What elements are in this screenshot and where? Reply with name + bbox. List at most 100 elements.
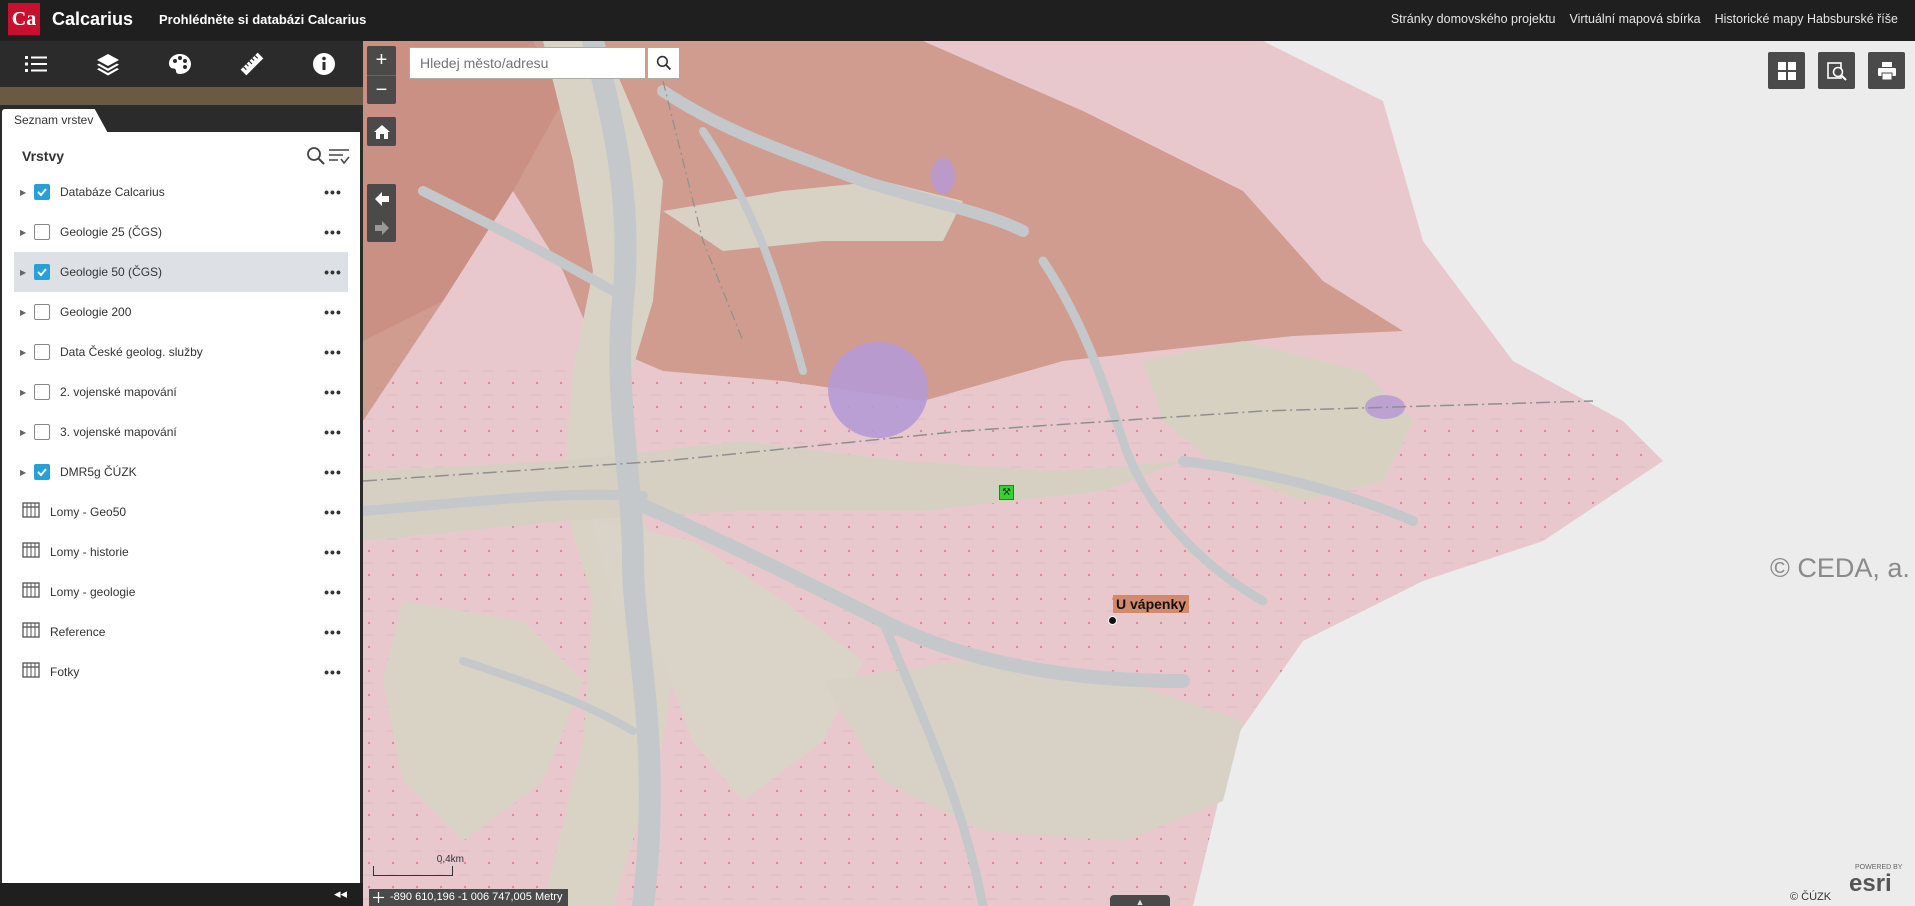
layer-visibility-checkbox[interactable] — [34, 384, 50, 400]
zoom-in-button[interactable]: + — [367, 46, 396, 75]
layer-row[interactable]: Reference ••• — [14, 612, 348, 652]
search-button[interactable] — [647, 47, 680, 79]
layer-label: Reference — [50, 625, 106, 639]
layer-options-icon[interactable]: ••• — [322, 304, 344, 320]
layer-options-icon[interactable]: ••• — [322, 224, 344, 240]
table-icon — [22, 541, 40, 558]
header-bar: Ca Calcarius Prohlédněte si databázi Cal… — [0, 0, 1915, 41]
layer-options-icon[interactable]: ••• — [322, 464, 344, 480]
quarry-marker-icon[interactable]: ⚒ — [999, 485, 1014, 500]
scale-bar: 0,4km — [373, 854, 464, 876]
layers-button[interactable] — [72, 41, 144, 87]
panel-tab-layer-list[interactable]: Seznam vrstev — [2, 109, 108, 132]
list-icon — [25, 56, 47, 72]
crosshair-icon[interactable] — [373, 892, 384, 903]
expand-caret-icon[interactable]: ▶ — [20, 348, 32, 357]
layer-row[interactable]: ▶ 3. vojenské mapování ••• — [14, 412, 348, 452]
zoom-out-button[interactable]: − — [367, 75, 396, 104]
layer-visibility-checkbox[interactable] — [34, 184, 50, 200]
layer-options-icon[interactable]: ••• — [322, 544, 344, 560]
layer-row[interactable]: ▶ Geologie 25 (ČGS) ••• — [14, 212, 348, 252]
layer-options-icon[interactable]: ••• — [322, 344, 344, 360]
measure-button[interactable] — [216, 41, 288, 87]
expand-caret-icon[interactable]: ▶ — [20, 388, 32, 397]
header-link-map-collection[interactable]: Virtuální mapová sbírka — [1570, 12, 1701, 26]
layer-visibility-checkbox[interactable] — [34, 344, 50, 360]
layer-row[interactable]: ▶ 2. vojenské mapování ••• — [14, 372, 348, 412]
collapse-panel-button[interactable]: ◂◂ — [334, 886, 347, 902]
expand-caret-icon[interactable]: ▶ — [20, 268, 32, 277]
expand-caret-icon[interactable]: ▶ — [20, 468, 32, 477]
layer-visibility-checkbox[interactable] — [34, 264, 50, 280]
panel-footer: ◂◂ — [0, 883, 363, 906]
layer-label: Lomy - historie — [50, 545, 129, 559]
table-icon — [22, 661, 40, 678]
home-button[interactable] — [367, 117, 396, 146]
table-icon — [22, 621, 40, 638]
widget-grid-button[interactable] — [1768, 52, 1805, 89]
expand-caret-icon[interactable]: ▶ — [20, 228, 32, 237]
attribute-table-toggle[interactable]: ▲ — [1110, 895, 1170, 906]
layer-options-icon[interactable]: ••• — [322, 184, 344, 200]
layer-options-icon[interactable]: ••• — [322, 584, 344, 600]
layer-row[interactable]: Fotky ••• — [14, 652, 348, 692]
print-button[interactable] — [1868, 52, 1905, 89]
esri-powered-label: POWERED BY — [1855, 864, 1903, 871]
map-attribution: © ČÚZK — [1790, 891, 1832, 903]
layer-options-icon[interactable]: ••• — [322, 384, 344, 400]
previous-extent-button[interactable] — [367, 184, 396, 213]
place-marker[interactable] — [1108, 616, 1117, 625]
map-view[interactable]: + − © CEDA, a. s ⚒ U vápenky 0,4km — [363, 41, 1915, 906]
checkmark-icon — [37, 188, 47, 197]
layer-label: DMR5g ČÚZK — [60, 465, 137, 479]
layer-label: Databáze Calcarius — [60, 185, 165, 199]
layer-options-icon[interactable]: ••• — [322, 504, 344, 520]
search-icon[interactable] — [306, 146, 326, 166]
layer-row[interactable]: Lomy - Geo50 ••• — [14, 492, 348, 532]
layer-row[interactable]: ▶ Databáze Calcarius ••• — [14, 172, 348, 212]
layer-row[interactable]: ▶ Geologie 50 (ČGS) ••• — [14, 252, 348, 292]
layer-row[interactable]: ▶ Geologie 200 ••• — [14, 292, 348, 332]
map-canvas[interactable] — [363, 41, 1915, 906]
layer-row[interactable]: Lomy - geologie ••• — [14, 572, 348, 612]
checkmark-icon — [37, 468, 47, 477]
header-link-project[interactable]: Stránky domovského projektu — [1391, 12, 1556, 26]
layer-options-icon[interactable]: ••• — [322, 624, 344, 640]
layer-row[interactable]: Lomy - historie ••• — [14, 532, 348, 572]
layer-visibility-checkbox[interactable] — [34, 304, 50, 320]
basemap-button[interactable] — [144, 41, 216, 87]
layer-visibility-checkbox[interactable] — [34, 424, 50, 440]
layer-options-icon[interactable]: ••• — [322, 664, 344, 680]
home-icon — [373, 124, 390, 139]
about-button[interactable] — [288, 41, 360, 87]
app-root: Ca Calcarius Prohlédněte si databázi Cal… — [0, 0, 1915, 906]
layer-label: Lomy - geologie — [50, 585, 136, 599]
next-extent-button[interactable] — [367, 213, 396, 242]
layer-visibility-checkbox[interactable] — [34, 224, 50, 240]
filter-list-icon[interactable] — [328, 146, 350, 166]
legend-button[interactable] — [0, 41, 72, 87]
table-icon-wrapper — [14, 661, 50, 683]
expand-caret-icon[interactable]: ▶ — [20, 188, 32, 197]
layer-label: Geologie 25 (ČGS) — [60, 225, 163, 239]
side-toolbar — [0, 41, 363, 87]
header-links: Stránky domovského projektu Virtuální ma… — [1391, 12, 1898, 26]
layer-label: 3. vojenské mapování — [60, 425, 177, 439]
expand-caret-icon[interactable]: ▶ — [20, 428, 32, 437]
address-search-input[interactable] — [409, 47, 646, 79]
layer-options-icon[interactable]: ••• — [322, 424, 344, 440]
side-accent-band — [0, 87, 363, 105]
zoom-area-icon — [1826, 61, 1847, 81]
layer-visibility-checkbox[interactable] — [34, 464, 50, 480]
layer-row[interactable]: ▶ DMR5g ČÚZK ••• — [14, 452, 348, 492]
table-icon-wrapper — [14, 581, 50, 603]
layer-options-icon[interactable]: ••• — [322, 264, 344, 280]
header-link-historic-maps[interactable]: Historické mapy Habsburské říše — [1715, 12, 1898, 26]
layer-row[interactable]: ▶ Data České geolog. služby ••• — [14, 332, 348, 372]
expand-caret-icon[interactable]: ▶ — [20, 308, 32, 317]
zoom-to-area-button[interactable] — [1818, 52, 1855, 89]
info-icon — [313, 53, 335, 75]
app-title: Calcarius — [52, 9, 134, 29]
coordinates-text: -890 610,196 -1 006 747,005 Metry — [390, 891, 563, 903]
app-logo[interactable]: Ca — [8, 3, 40, 35]
